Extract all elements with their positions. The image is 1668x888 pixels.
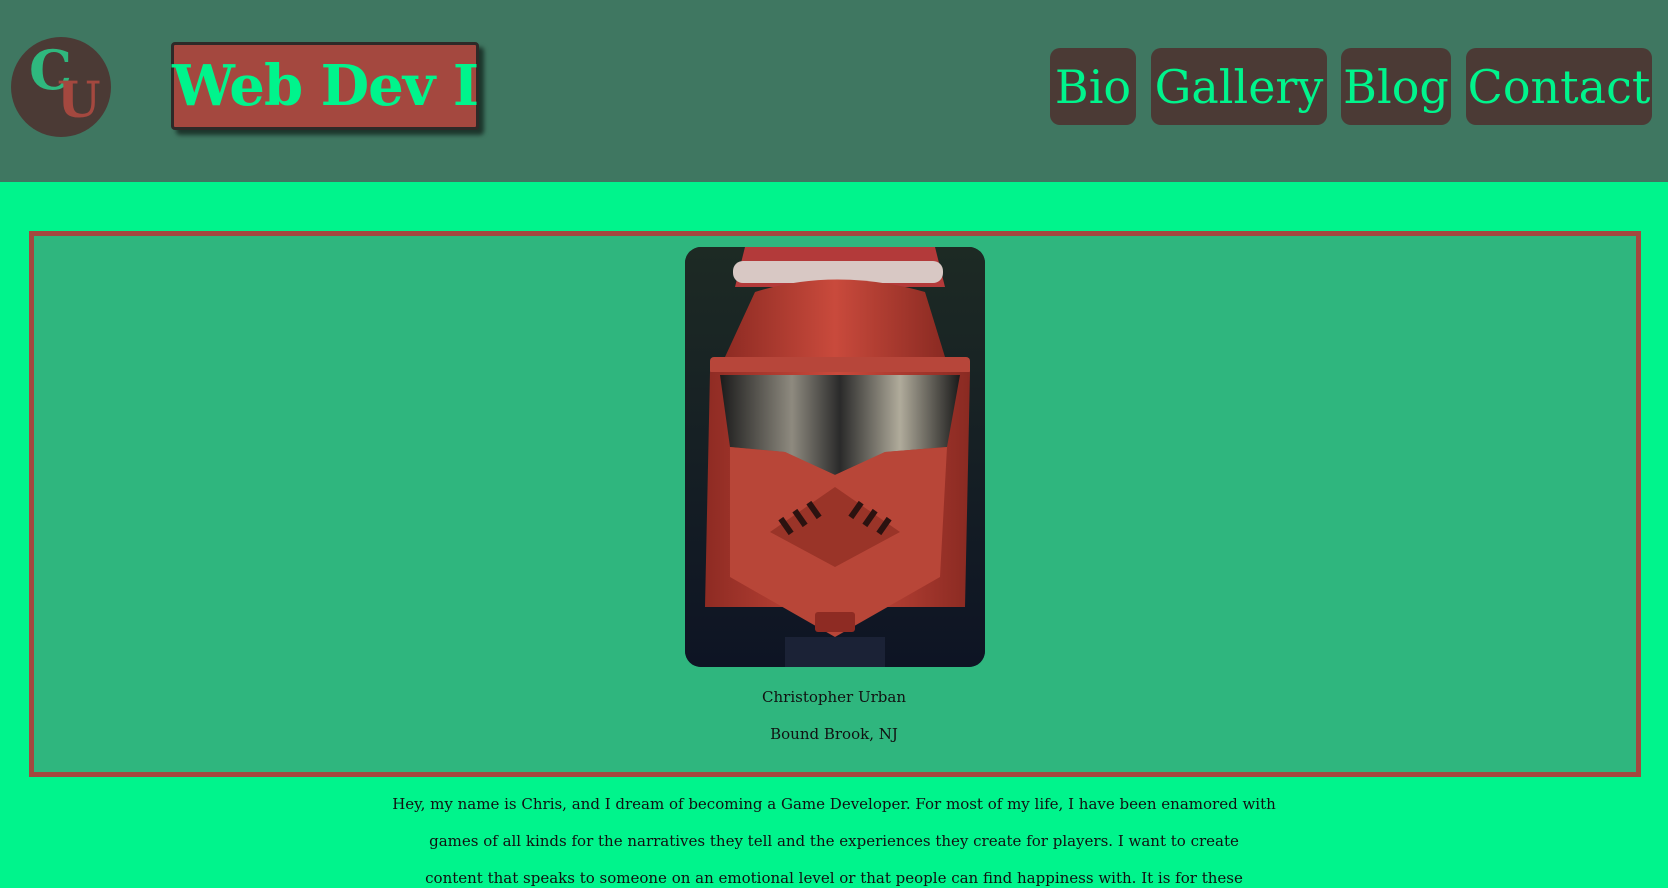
bio-line: content that speaks to someone on an emo… bbox=[425, 869, 1243, 887]
logo-letter-u: U bbox=[57, 70, 101, 129]
nav-blog-button[interactable]: Blog bbox=[1341, 48, 1451, 125]
bio-line: Hey, my name is Chris, and I dream of be… bbox=[392, 795, 1276, 813]
site-header: C U Web Dev I Bio Gallery Blog Contact bbox=[0, 0, 1668, 182]
site-title-button[interactable]: Web Dev I bbox=[171, 42, 479, 130]
bio-line: games of all kinds for the narratives th… bbox=[429, 832, 1239, 850]
nav-contact-button[interactable]: Contact bbox=[1466, 48, 1652, 125]
profile-photo bbox=[685, 247, 985, 667]
red-helmet-photo-icon bbox=[685, 247, 985, 667]
site-title: Web Dev I bbox=[171, 53, 479, 119]
profile-location: Bound Brook, NJ bbox=[770, 725, 898, 743]
nav-gallery-button[interactable]: Gallery bbox=[1151, 48, 1327, 125]
nav-bio-button[interactable]: Bio bbox=[1050, 48, 1136, 125]
profile-name: Christopher Urban bbox=[762, 688, 906, 706]
cu-logo[interactable]: C U bbox=[11, 37, 111, 137]
